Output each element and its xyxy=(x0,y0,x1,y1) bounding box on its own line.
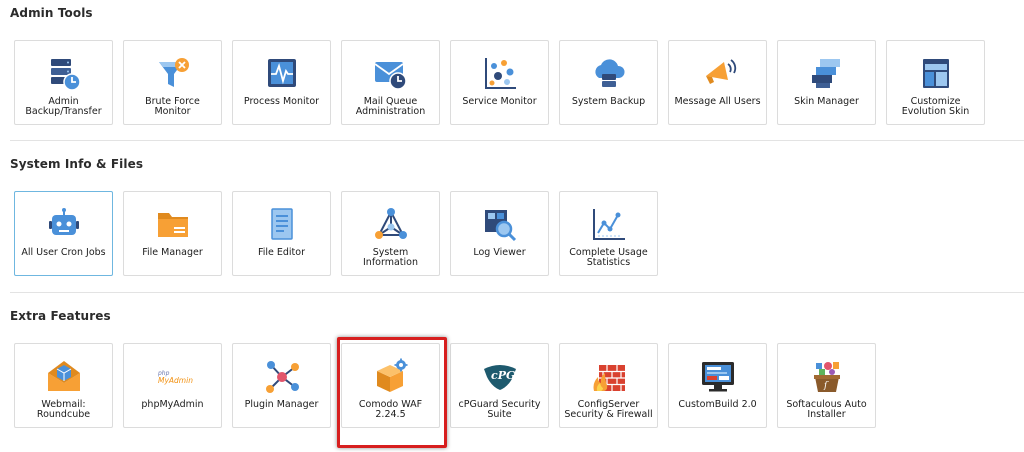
mail-clock-icon xyxy=(373,62,407,90)
highlight-box xyxy=(337,337,447,448)
server-backup-icon xyxy=(50,59,81,91)
section-divider xyxy=(10,292,1024,293)
tile-label: Plugin Manager xyxy=(244,399,319,410)
cpguard-shield-icon: cPG xyxy=(483,365,516,390)
tile-admin-backup-transfer[interactable]: Admin Backup/Transfer xyxy=(14,40,113,125)
svg-text:MyAdmin: MyAdmin xyxy=(158,376,193,385)
tile-custombuild[interactable]: CustomBuild 2.0 xyxy=(668,343,767,428)
tile-process-monitor[interactable]: Process Monitor xyxy=(232,40,331,125)
tile-configserver-security-firewall[interactable]: ConfigServer Security & Firewall xyxy=(559,343,658,428)
tile-message-all-users[interactable]: Message All Users xyxy=(668,40,767,125)
section-title: Extra Features xyxy=(10,309,111,323)
dots-chart-icon xyxy=(484,58,516,89)
tile-complete-usage-statistics[interactable]: Complete Usage Statistics xyxy=(559,191,658,276)
tile-label: Brute Force Monitor xyxy=(145,96,200,117)
tile-label: Complete Usage Statistics xyxy=(569,247,648,268)
funnel-filter-icon xyxy=(158,58,189,87)
network-triangle-icon xyxy=(374,208,407,239)
tile-label: phpMyAdmin xyxy=(141,399,204,410)
tile-plugin-manager[interactable]: Plugin Manager xyxy=(232,343,331,428)
layout-window-icon xyxy=(922,59,949,88)
folder-icon xyxy=(157,213,188,237)
tile-label: Skin Manager xyxy=(794,96,859,107)
tile-label: File Editor xyxy=(257,247,306,258)
tile-label: ConfigServer Security & Firewall xyxy=(564,399,653,420)
tile-file-manager[interactable]: File Manager xyxy=(123,191,222,276)
document-icon xyxy=(270,208,293,240)
tile-system-information[interactable]: System Information xyxy=(341,191,440,276)
tile-softaculous-auto-installer[interactable]: ſ Softaculous Auto Installer xyxy=(777,343,876,428)
tile-label: System Information xyxy=(363,247,418,268)
tile-all-user-cron-jobs[interactable]: All User Cron Jobs xyxy=(14,191,113,276)
tile-label: Webmail: Roundcube xyxy=(36,399,91,420)
tile-label: Process Monitor xyxy=(243,96,320,107)
tile-customize-evolution-skin[interactable]: Customize Evolution Skin xyxy=(886,40,985,125)
tile-label: Message All Users xyxy=(674,96,761,107)
section-title: System Info & Files xyxy=(10,157,144,171)
section-title: Admin Tools xyxy=(10,6,93,20)
brick-firewall-icon xyxy=(593,365,625,391)
tile-file-editor[interactable]: File Editor xyxy=(232,191,331,276)
tile-log-viewer[interactable]: Log Viewer xyxy=(450,191,549,276)
plugin-nodes-icon xyxy=(265,361,299,393)
pulse-monitor-icon xyxy=(267,59,296,87)
tile-mail-queue-administration[interactable]: Mail Queue Administration xyxy=(341,40,440,125)
svg-text:cPG: cPG xyxy=(491,369,515,382)
tile-skin-manager[interactable]: Skin Manager xyxy=(777,40,876,125)
tile-label: Mail Queue Administration xyxy=(355,96,426,117)
tile-label: File Manager xyxy=(142,247,203,258)
softaculous-icon: ſ xyxy=(813,362,840,392)
tile-phpmyadmin[interactable]: php MyAdmin phpMyAdmin xyxy=(123,343,222,428)
megaphone-icon xyxy=(705,59,736,84)
tile-label: Service Monitor xyxy=(462,96,537,107)
tile-label: System Backup xyxy=(571,96,646,107)
cloud-backup-icon xyxy=(594,59,625,87)
tile-label: Log Viewer xyxy=(473,247,526,258)
magnifier-log-icon xyxy=(484,210,516,242)
monitor-build-icon xyxy=(701,362,734,392)
tile-brute-force-monitor[interactable]: Brute Force Monitor xyxy=(123,40,222,125)
tile-label: CustomBuild 2.0 xyxy=(678,399,757,410)
tile-service-monitor[interactable]: Service Monitor xyxy=(450,40,549,125)
tile-system-backup[interactable]: System Backup xyxy=(559,40,658,125)
tile-cpguard-security-suite[interactable]: cPG cPGuard Security Suite xyxy=(450,343,549,428)
envelope-cube-icon xyxy=(47,361,80,391)
section-divider xyxy=(10,140,1024,141)
robot-icon xyxy=(48,208,79,235)
tile-label: Softaculous Auto Installer xyxy=(786,399,867,420)
line-chart-icon xyxy=(592,209,625,240)
tile-label: Customize Evolution Skin xyxy=(901,96,970,117)
phpmyadmin-logo-icon: php MyAdmin xyxy=(157,370,193,385)
tile-label: cPGuard Security Suite xyxy=(458,399,541,420)
tile-label: All User Cron Jobs xyxy=(21,247,106,258)
tile-label: Admin Backup/Transfer xyxy=(25,96,102,117)
tile-webmail-roundcube[interactable]: Webmail: Roundcube xyxy=(14,343,113,428)
layers-skin-icon xyxy=(811,59,840,88)
